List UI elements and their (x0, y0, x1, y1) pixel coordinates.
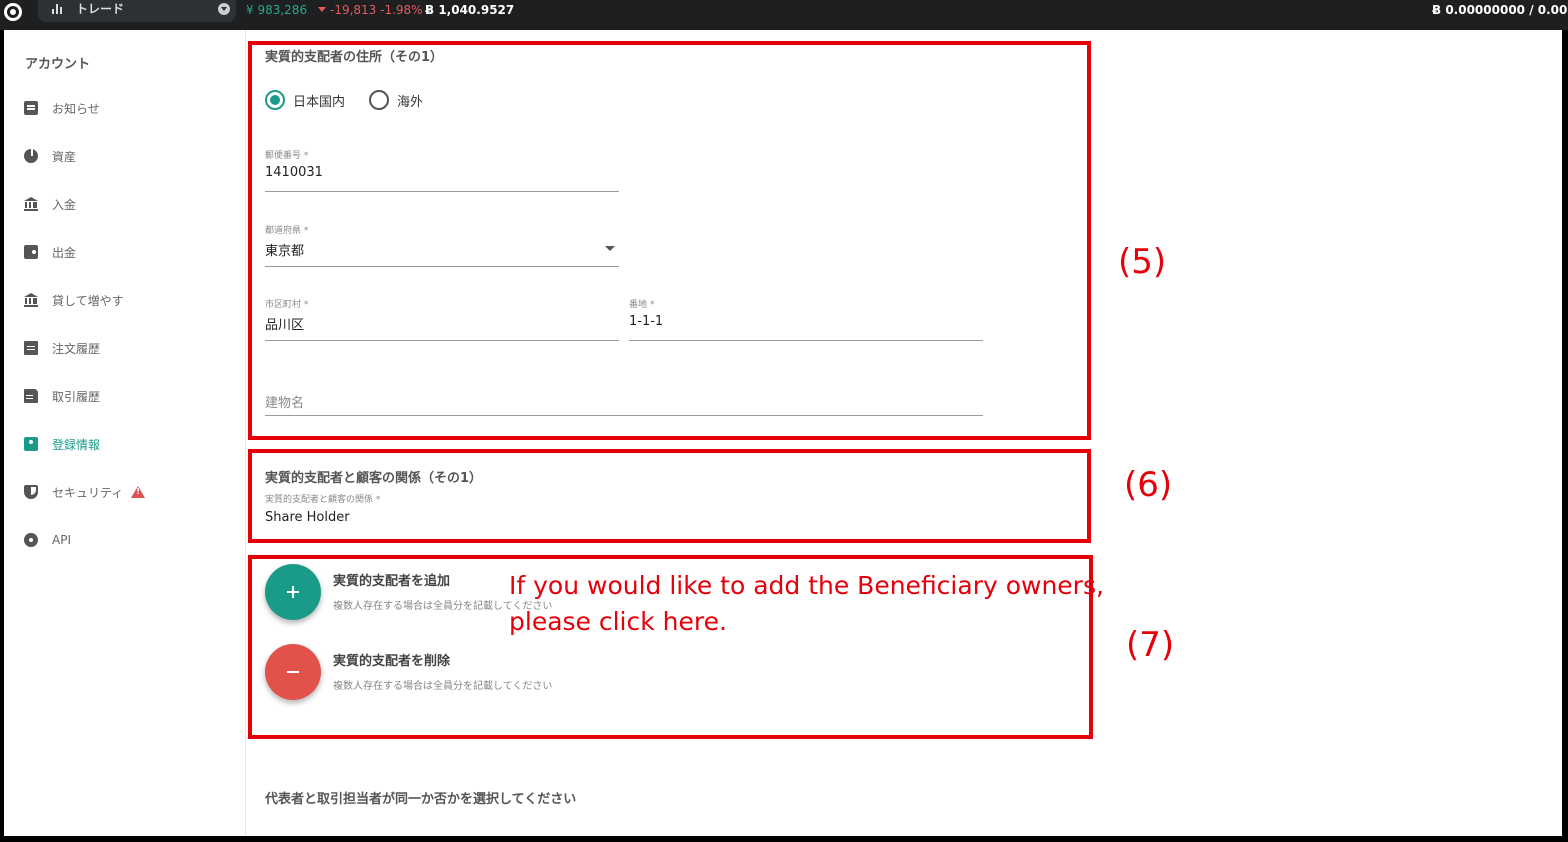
sidebar-item-api[interactable]: API (24, 528, 71, 552)
sidebar-item-order-history[interactable]: 注文履歴 (24, 336, 100, 360)
bank-icon (24, 197, 38, 211)
sidebar-item-withdraw[interactable]: 出金 (24, 240, 76, 264)
sidebar-item-label: お知らせ (52, 101, 100, 116)
sidebar-item-label: API (52, 533, 71, 547)
price-ticker: ¥ 983,286 (246, 3, 308, 17)
representative-question: 代表者と取引担当者が同一か否かを選択してください (265, 792, 577, 807)
clipboard-icon (24, 341, 38, 355)
sidebar-item-deposit[interactable]: 入金 (24, 192, 76, 216)
sidebar-item-news[interactable]: お知らせ (24, 96, 100, 120)
annotation-label-6: (6) (1124, 465, 1173, 505)
sidebar-item-registration[interactable]: 登録情報 (24, 432, 100, 456)
annotation-label-5: (5) (1118, 242, 1167, 282)
sidebar-item-label: 取引履歴 (52, 389, 101, 404)
sidebar-item-label: 貸して増やす (52, 293, 124, 308)
sidebar-item-security[interactable]: セキュリティ (24, 480, 146, 504)
trade-label: トレード (76, 2, 125, 16)
sidebar-item-label: 注文履歴 (52, 341, 101, 356)
sidebar-item-assets[interactable]: 資産 (24, 144, 76, 168)
logo-icon[interactable] (4, 3, 22, 21)
chevron-down-icon[interactable] (218, 3, 230, 15)
shield-icon (24, 485, 38, 499)
warning-icon (131, 486, 146, 498)
sidebar: アカウント お知らせ 資産 入金 出金 貸して増やす 注文履歴 取引履歴 登録情… (4, 30, 246, 836)
sidebar-item-lending[interactable]: 貸して増やす (24, 288, 124, 312)
sidebar-item-label: 出金 (52, 245, 77, 260)
annotation-note: If you would like to add the Beneficiary… (509, 568, 1109, 640)
document-icon (24, 389, 38, 403)
account-box-icon (24, 437, 38, 451)
sidebar-item-label: セキュリティ (52, 485, 124, 500)
bank-icon (24, 293, 38, 307)
gear-icon (24, 533, 38, 547)
annotation-box-5 (248, 41, 1091, 440)
sidebar-item-label: 資産 (52, 149, 77, 164)
message-icon (24, 101, 38, 115)
sidebar-item-label: 登録情報 (52, 437, 101, 452)
pie-chart-icon (24, 149, 38, 163)
sidebar-title: アカウント (25, 57, 91, 72)
annotation-note-line1: If you would like to add the Beneficiary… (509, 571, 1104, 600)
bar-chart-icon (52, 2, 64, 14)
top-bar: トレード ¥ 983,286 -19,813 -1.98% Ƀ 1,040.95… (0, 0, 1568, 30)
btc-price: Ƀ 1,040.9527 (425, 3, 515, 17)
balance-display: Ƀ 0.00000000 / 0.0000 (1432, 3, 1568, 17)
wallet-icon (24, 245, 38, 259)
sidebar-item-label: 入金 (52, 197, 77, 212)
annotation-label-7: (7) (1126, 625, 1175, 665)
annotation-note-line2: please click here. (509, 607, 727, 636)
sidebar-item-trade-history[interactable]: 取引履歴 (24, 384, 100, 408)
trade-dropdown[interactable]: トレード (38, 0, 236, 22)
price-change: -19,813 -1.98% (318, 3, 423, 17)
annotation-box-6 (248, 449, 1091, 543)
